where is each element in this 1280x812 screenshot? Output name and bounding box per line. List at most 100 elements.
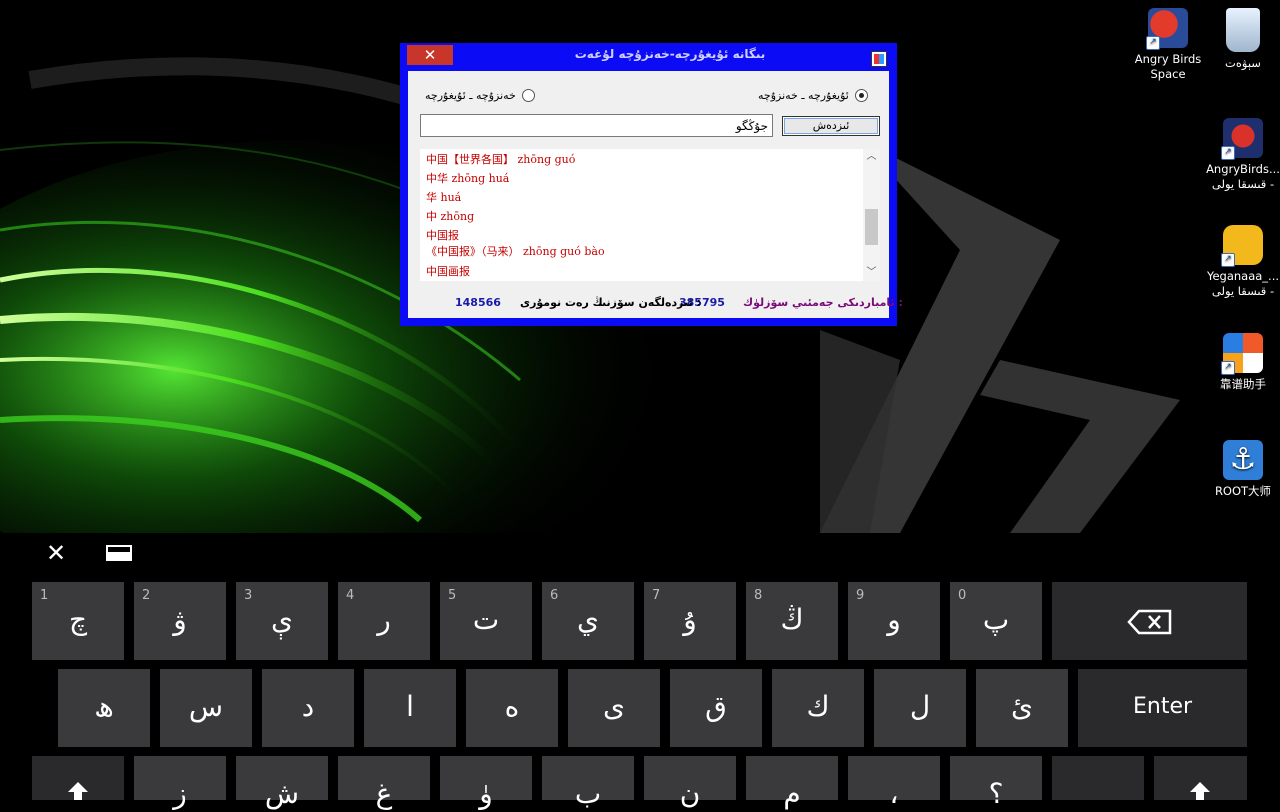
key-7[interactable]: 7 ۇ — [644, 582, 736, 660]
shortcut-arrow-icon: ↗ — [1221, 146, 1235, 160]
key-number: 8 — [754, 588, 763, 603]
radio-label: خەنزۇچە ـ ئۇيغۇرچە — [425, 89, 516, 102]
shift-key[interactable] — [32, 756, 124, 800]
key-row3-3[interactable]: ش — [236, 756, 328, 810]
key-row3-5[interactable]: ۈ — [440, 756, 532, 810]
key-row3-10[interactable]: ؟ — [950, 756, 1042, 810]
key-char: ش — [264, 777, 300, 810]
radio-label: ئۇيغۇرچە ـ خەنزۇچە — [758, 89, 849, 102]
list-item[interactable]: 中华 zhōng huá — [426, 170, 509, 186]
list-item[interactable]: 中国报 — [426, 227, 459, 243]
list-item[interactable]: 中国画报 — [426, 263, 470, 279]
angry-birds-space-icon: ↗ — [1146, 8, 1188, 50]
key-number: 2 — [142, 588, 151, 603]
key-row3-6[interactable]: ب — [542, 756, 634, 810]
window-close-button[interactable]: ✕ — [407, 45, 453, 65]
backspace-icon — [1127, 609, 1172, 635]
key-row2-3[interactable]: د — [262, 669, 354, 747]
angry-birds-star-wars-icon: ↗ — [1221, 118, 1263, 160]
key-char: ھ — [94, 690, 114, 723]
key-row3-4[interactable]: غ — [338, 756, 430, 810]
list-item[interactable]: 中 zhōng — [426, 208, 474, 224]
watermark-logo — [1168, 696, 1278, 796]
list-item[interactable]: 华 huá — [426, 189, 461, 205]
window-titlebar[interactable]: ✕ بىگانە ئۇيغۇرچە-خەنزۇچە لۇغەت — [400, 43, 897, 69]
key-3[interactable]: 3 ې — [236, 582, 328, 660]
key-char: م — [783, 777, 801, 810]
key-row3-11[interactable] — [1052, 756, 1144, 800]
shortcut-arrow-icon: ↗ — [1221, 253, 1235, 267]
key-char: ڭ — [780, 603, 804, 636]
key-row2-7[interactable]: ق — [670, 669, 762, 747]
key-row3-9[interactable]: ، — [848, 756, 940, 810]
key-row2-2[interactable]: س — [160, 669, 252, 747]
key-char: و — [887, 603, 901, 636]
key-row2-5[interactable]: ە — [466, 669, 558, 747]
key-char: ې — [271, 603, 293, 636]
desktop-icon-yeganaaa[interactable]: ↗ Yeganaaa_... قىسقا يولى - — [1205, 225, 1280, 299]
key-char: ؟ — [988, 777, 1004, 810]
search-button[interactable]: ئىزدەش — [782, 116, 880, 136]
desktop-icon-kaopu-helper[interactable]: ↗ 靠谱助手 — [1205, 333, 1280, 392]
key-number: 9 — [856, 588, 865, 603]
key-row2-10[interactable]: ئ — [976, 669, 1068, 747]
desktop-icon-recycle-bin[interactable]: سېۋەت — [1205, 8, 1280, 71]
key-char: چ — [68, 603, 88, 636]
key-9[interactable]: 9 و — [848, 582, 940, 660]
key-8[interactable]: 8 ڭ — [746, 582, 838, 660]
list-item[interactable]: 中国【世界各国】 zhōng guó — [426, 151, 575, 167]
desktop-icon-label: Yeganaaa_... قىسقا يولى - — [1206, 269, 1280, 298]
key-row3-8[interactable]: م — [746, 756, 838, 810]
key-char: ب — [574, 777, 602, 810]
key-row2-4[interactable]: ا — [364, 669, 456, 747]
shift-up-arrow-icon — [68, 782, 88, 800]
key-char: ي — [577, 603, 599, 636]
desktop-icon-root-master[interactable]: ⚓ ROOT大师 — [1205, 440, 1280, 499]
key-row3-7[interactable]: ن — [644, 756, 736, 810]
backspace-key[interactable] — [1052, 582, 1247, 660]
key-4[interactable]: 4 ر — [338, 582, 430, 660]
desktop-icon-angry-birds-space[interactable]: ↗ Angry Birds Space — [1130, 8, 1206, 82]
radio-uyghur-to-chinese[interactable]: ئۇيغۇرچە ـ خەنزۇچە — [758, 89, 868, 102]
scroll-down-icon[interactable]: ﹀ — [863, 265, 880, 281]
window-system-icon[interactable] — [871, 51, 887, 67]
yeganaaa-icon: ↗ — [1221, 225, 1263, 267]
key-row2-9[interactable]: ل — [874, 669, 966, 747]
key-char: غ — [375, 777, 393, 810]
key-number: 7 — [652, 588, 661, 603]
key-char: ۇ — [683, 603, 697, 636]
desktop-icon-angrybirds-starwars[interactable]: ↗ AngryBirds... قىسقا يولى - — [1205, 118, 1280, 192]
key-6[interactable]: 6 ي — [542, 582, 634, 660]
key-char: ك — [806, 690, 830, 723]
key-char: س — [188, 690, 224, 723]
key-char: ز — [173, 777, 187, 810]
radio-unselected-icon — [521, 89, 535, 102]
radio-chinese-to-uyghur[interactable]: خەنزۇچە ـ ئۇيغۇرچە — [425, 89, 535, 102]
desktop-icon-label: 靠谱助手 — [1220, 377, 1266, 391]
scrollbar-thumb[interactable] — [865, 209, 878, 245]
scroll-up-icon[interactable]: ︿ — [863, 149, 880, 165]
desktop-icon-label: ROOT大师 — [1214, 484, 1272, 498]
search-input[interactable]: جۇڭگو — [420, 114, 773, 137]
keyboard-dock-icon[interactable] — [106, 545, 132, 561]
key-5[interactable]: 5 ت — [440, 582, 532, 660]
key-char: ق — [705, 690, 727, 723]
key-2[interactable]: 2 ۋ — [134, 582, 226, 660]
results-scrollbar[interactable]: ︿ ﹀ — [863, 149, 880, 281]
list-item[interactable]: 《中国报》（马来） zhōng guó bào — [426, 243, 605, 259]
desktop-icon-label: Angry Birds Space — [1134, 52, 1202, 81]
key-row2-6[interactable]: ى — [568, 669, 660, 747]
recycle-bin-icon — [1226, 8, 1260, 52]
key-0[interactable]: 0 پ — [950, 582, 1042, 660]
key-number: 0 — [958, 588, 967, 603]
key-char: ن — [679, 777, 701, 810]
results-list[interactable]: 中国【世界各国】 zhōng guó 中华 zhōng huá 华 huá 中 … — [420, 149, 880, 281]
dictionary-window: ✕ بىگانە ئۇيغۇرچە-خەنزۇچە لۇغەت ئۇيغۇرچە… — [400, 43, 903, 326]
key-1[interactable]: 1 چ — [32, 582, 124, 660]
key-row2-1[interactable]: ھ — [58, 669, 150, 747]
key-row3-2[interactable]: ز — [134, 756, 226, 810]
keyboard-close-icon[interactable]: ✕ — [44, 541, 68, 565]
desktop-icon-label: AngryBirds... قىسقا يولى - — [1206, 162, 1280, 191]
key-char: ئ — [1011, 690, 1033, 723]
key-row2-8[interactable]: ك — [772, 669, 864, 747]
